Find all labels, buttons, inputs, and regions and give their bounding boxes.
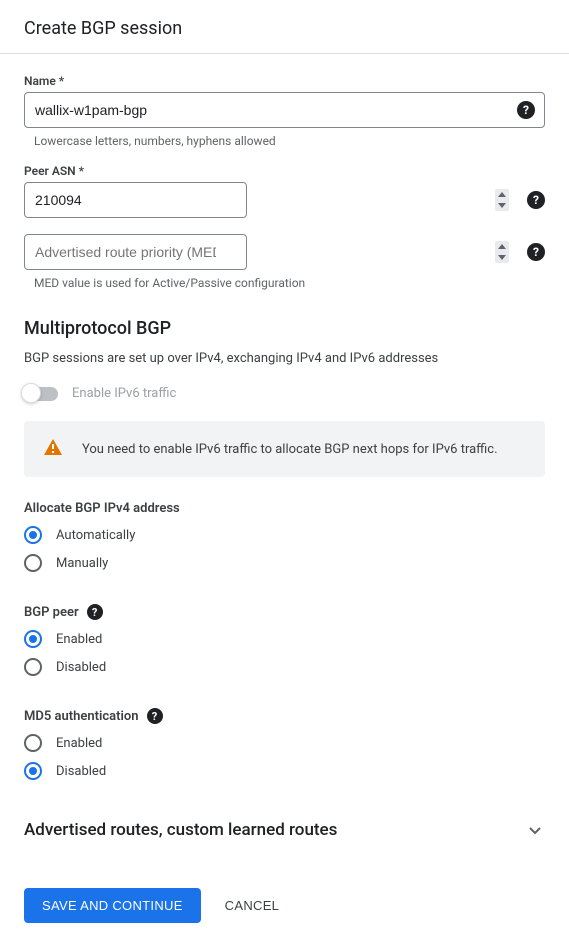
ipv6-toggle-row: Enable IPv6 traffic — [24, 386, 545, 401]
peer-asn-field-group: Peer ASN * ? — [24, 164, 545, 218]
stepper-down-icon[interactable] — [495, 252, 509, 263]
button-row: SAVE AND CONTINUE CANCEL — [24, 888, 545, 923]
med-row: ? — [24, 234, 545, 270]
name-label: Name * — [24, 74, 545, 88]
number-stepper — [495, 241, 509, 263]
radio-circle — [24, 658, 42, 676]
radio-circle — [24, 554, 42, 572]
radio-label: Disabled — [56, 764, 106, 779]
help-icon[interactable]: ? — [147, 708, 163, 724]
name-input[interactable] — [24, 92, 545, 128]
bgp-peer-label: BGP peer ? — [24, 604, 545, 620]
radio-md5-enabled[interactable]: Enabled — [24, 734, 545, 752]
radio-label: Manually — [56, 556, 108, 571]
radio-bgp-disabled[interactable]: Disabled — [24, 658, 545, 676]
advertised-routes-expander[interactable]: Advertised routes, custom learned routes — [24, 812, 545, 848]
dialog-content: Name * ? Lowercase letters, numbers, hyp… — [0, 54, 569, 947]
warning-icon — [44, 439, 62, 459]
alert-text: You need to enable IPv6 traffic to alloc… — [82, 442, 498, 457]
allocate-ipv4-label: Allocate BGP IPv4 address — [24, 501, 545, 516]
help-icon[interactable]: ? — [527, 191, 545, 209]
help-icon[interactable]: ? — [517, 101, 535, 119]
multiprotocol-title: Multiprotocol BGP — [24, 318, 545, 339]
radio-label: Enabled — [56, 736, 102, 751]
peer-asn-input-box — [24, 182, 515, 218]
save-and-continue-button[interactable]: SAVE AND CONTINUE — [24, 888, 201, 923]
radio-label: Automatically — [56, 528, 135, 543]
ipv6-alert: You need to enable IPv6 traffic to alloc… — [24, 421, 545, 477]
stepper-up-icon[interactable] — [495, 189, 509, 200]
toggle-knob — [21, 383, 41, 403]
peer-asn-input[interactable] — [24, 182, 247, 218]
bgp-peer-label-text: BGP peer — [24, 605, 79, 620]
radio-manually[interactable]: Manually — [24, 554, 545, 572]
radio-dot — [29, 531, 37, 539]
cancel-button[interactable]: CANCEL — [225, 898, 280, 913]
radio-automatically[interactable]: Automatically — [24, 526, 545, 544]
stepper-down-icon[interactable] — [495, 200, 509, 211]
ipv6-toggle[interactable] — [24, 387, 58, 401]
radio-label: Disabled — [56, 660, 106, 675]
radio-dot — [29, 635, 37, 643]
dialog-title: Create BGP session — [24, 18, 545, 39]
name-field-group: Name * ? Lowercase letters, numbers, hyp… — [24, 74, 545, 148]
radio-circle — [24, 734, 42, 752]
radio-md5-disabled[interactable]: Disabled — [24, 762, 545, 780]
md5-auth-label: MD5 authentication ? — [24, 708, 545, 724]
help-icon[interactable]: ? — [87, 604, 103, 620]
med-input-box — [24, 234, 515, 270]
chevron-down-icon — [525, 820, 545, 840]
med-field-group: ? MED value is used for Active/Passive c… — [24, 234, 545, 290]
med-input[interactable] — [24, 234, 247, 270]
expandable-title: Advertised routes, custom learned routes — [24, 820, 337, 840]
bgp-peer-group: BGP peer ? Enabled Disabled — [24, 604, 545, 676]
radio-bgp-enabled[interactable]: Enabled — [24, 630, 545, 648]
radio-dot — [29, 767, 37, 775]
med-hint: MED value is used for Active/Passive con… — [24, 276, 545, 290]
name-input-wrapper: ? — [24, 92, 545, 128]
dialog-header: Create BGP session — [0, 0, 569, 54]
help-icon[interactable]: ? — [527, 243, 545, 261]
stepper-up-icon[interactable] — [495, 241, 509, 252]
peer-asn-row: ? — [24, 182, 545, 218]
name-hint: Lowercase letters, numbers, hyphens allo… — [24, 134, 545, 148]
ipv6-toggle-label: Enable IPv6 traffic — [72, 386, 176, 401]
md5-auth-group: MD5 authentication ? Enabled Disabled — [24, 708, 545, 780]
peer-asn-label: Peer ASN * — [24, 164, 545, 178]
radio-circle-selected — [24, 630, 42, 648]
allocate-ipv4-group: Allocate BGP IPv4 address Automatically … — [24, 501, 545, 572]
radio-circle-selected — [24, 762, 42, 780]
radio-circle-selected — [24, 526, 42, 544]
multiprotocol-desc: BGP sessions are set up over IPv4, excha… — [24, 351, 545, 366]
number-stepper — [495, 189, 509, 211]
md5-auth-label-text: MD5 authentication — [24, 709, 139, 724]
radio-label: Enabled — [56, 632, 102, 647]
